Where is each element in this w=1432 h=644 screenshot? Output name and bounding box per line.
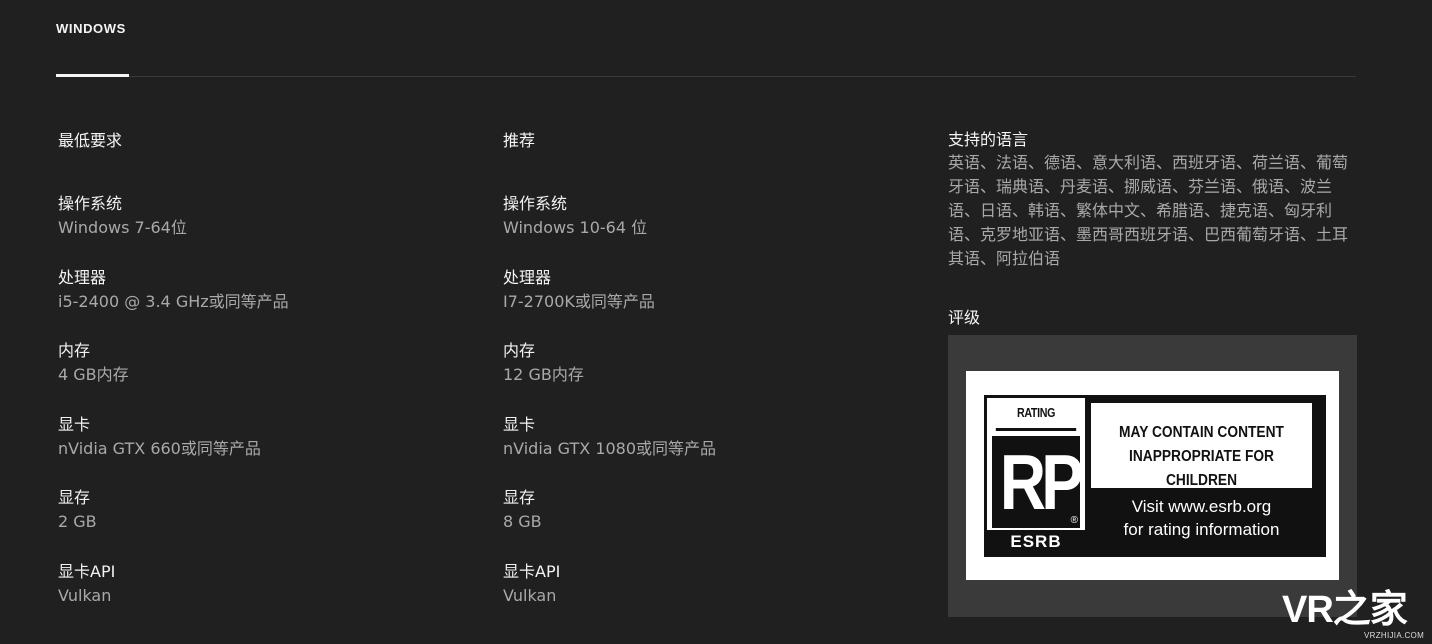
spec-value: 8 GB [503,512,542,531]
supported-languages: 支持的语言 英语、法语、德语、意大利语、西班牙语、荷兰语、葡萄牙语、瑞典语、丹麦… [948,129,1358,271]
esrb-badge-frame: RATING PENDING RP ® ESRB MAY CONTAIN CON… [984,395,1326,557]
rating-panel: RATING PENDING RP ® ESRB MAY CONTAIN CON… [948,335,1357,617]
esrb-rating-icon: RATING PENDING RP ® ESRB [987,398,1085,554]
esrb-visit-info: Visit www.esrb.org for rating informatio… [1091,495,1312,541]
esrb-brand: ESRB [987,530,1085,554]
languages-title: 支持的语言 [948,130,1029,149]
visit-line: Visit www.esrb.org [1131,497,1272,516]
recommended-requirements: 推荐 操作系统 Windows 10-64 位 处理器 I7-2700K或同等产… [503,130,903,605]
visit-line: for rating information [1123,520,1280,539]
esrb-content-warning: MAY CONTAIN CONTENT INAPPROPRIATE FOR CH… [1091,403,1312,489]
spec-label: 显存 [58,488,91,507]
spec-value: 2 GB [58,512,97,531]
spec-label: 处理器 [58,268,107,287]
spec-gpu: 显卡 nVidia GTX 660或同等产品 [58,414,458,460]
watermark-url: VRZHIJIA.COM [1364,631,1425,640]
spec-value: 4 GB内存 [58,365,129,384]
spec-label: 显卡API [58,562,116,581]
spec-value: Vulkan [503,586,557,605]
rating-pending-label: RATING PENDING [995,398,1077,450]
tab-windows[interactable]: WINDOWS [56,0,129,77]
spec-cpu: 处理器 i5-2400 @ 3.4 GHz或同等产品 [58,267,458,313]
spec-value: Vulkan [58,586,112,605]
spec-cpu: 处理器 I7-2700K或同等产品 [503,267,903,313]
spec-label: 操作系统 [58,194,123,213]
spec-value: 12 GB内存 [503,365,584,384]
rp-letters: RP [999,438,1084,526]
spec-graphics-api: 显卡API Vulkan [503,561,903,607]
active-tab-indicator [56,74,129,77]
spec-os: 操作系统 Windows 10-64 位 [503,193,903,239]
languages-list: 英语、法语、德语、意大利语、西班牙语、荷兰语、葡萄牙语、瑞典语、丹麦语、挪威语、… [948,153,1349,268]
spec-memory: 内存 4 GB内存 [58,340,458,386]
minimum-heading: 最低要求 [58,131,123,150]
platform-tab-bar: WINDOWS [56,0,1356,77]
registered-mark: ® [1070,515,1078,526]
spec-value: Windows 10-64 位 [503,218,648,237]
spec-label: 内存 [58,341,91,360]
warning-line: MAY CONTAIN CONTENT [1119,424,1284,441]
spec-value: nVidia GTX 660或同等产品 [58,439,261,458]
spec-label: 显卡 [58,415,91,434]
spec-label: 显卡API [503,562,561,581]
spec-label: 处理器 [503,268,552,287]
site-watermark: VR之家 VRZHIJIA.COM [1282,590,1432,644]
spec-value: Windows 7-64位 [58,218,187,237]
spec-label: 显卡 [503,415,536,434]
spec-label: 内存 [503,341,536,360]
rp-letters-box: RP ® [992,436,1084,528]
rating-title: 评级 [948,308,981,327]
tab-windows-label: WINDOWS [56,21,126,36]
spec-vram: 显存 8 GB [503,487,903,533]
watermark-logo: VR之家 [1282,589,1408,631]
spec-vram: 显存 2 GB [58,487,458,533]
spec-label: 显存 [503,488,536,507]
spec-value: I7-2700K或同等产品 [503,292,655,311]
spec-os: 操作系统 Windows 7-64位 [58,193,458,239]
spec-value: nVidia GTX 1080或同等产品 [503,439,717,458]
warning-line: INAPPROPRIATE FOR CHILDREN [1128,448,1274,489]
spec-gpu: 显卡 nVidia GTX 1080或同等产品 [503,414,903,460]
spec-memory: 内存 12 GB内存 [503,340,903,386]
spec-graphics-api: 显卡API Vulkan [58,561,458,607]
esrb-rating-badge: RATING PENDING RP ® ESRB MAY CONTAIN CON… [966,371,1339,580]
spec-value: i5-2400 @ 3.4 GHz或同等产品 [58,292,289,311]
recommended-heading: 推荐 [503,131,536,150]
minimum-requirements: 最低要求 操作系统 Windows 7-64位 处理器 i5-2400 @ 3.… [58,130,458,605]
spec-label: 操作系统 [503,194,568,213]
